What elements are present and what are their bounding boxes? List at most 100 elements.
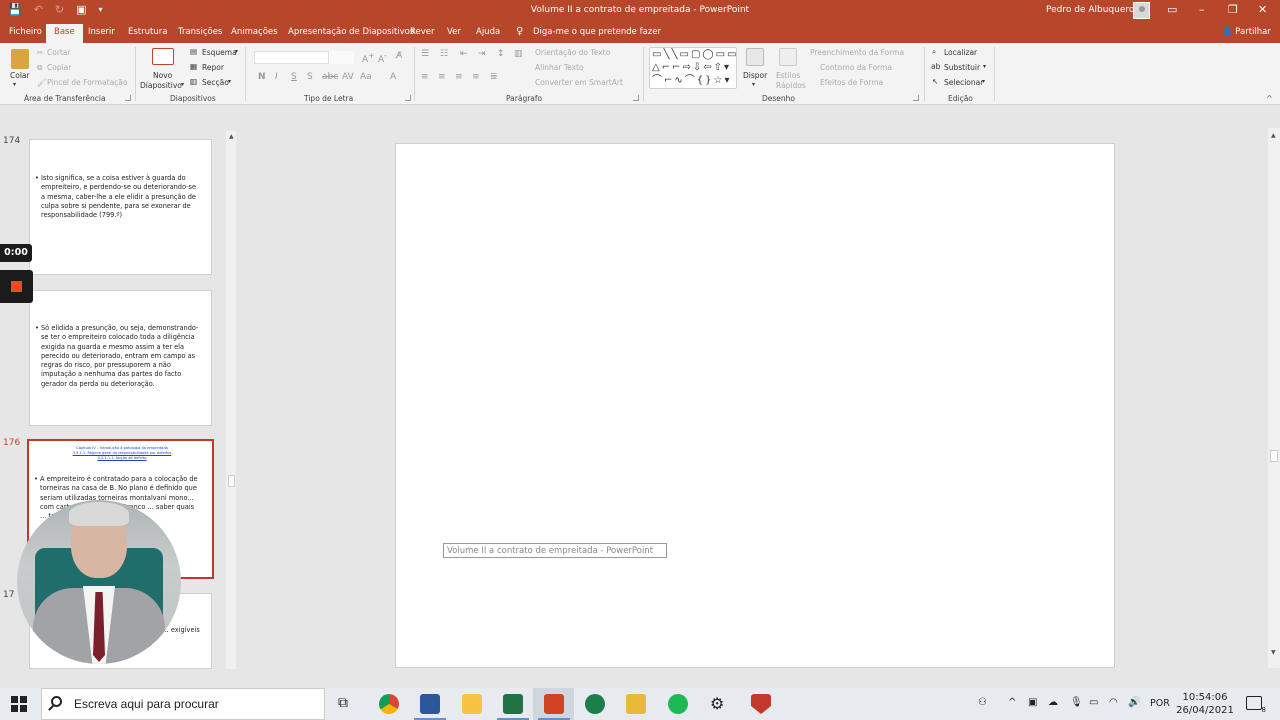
ribbon-display-icon[interactable]: ▭ (1167, 3, 1177, 16)
strikethrough-icon[interactable]: abc (322, 72, 338, 82)
show-hidden-icons[interactable]: ^ (1008, 697, 1016, 708)
slide-thumbnail-175[interactable]: • Só elidida a presunção, ou seja, demons… (29, 290, 212, 426)
shape-effects-button[interactable]: Efeitos de Forma (820, 78, 883, 87)
font-color-icon[interactable]: A (390, 72, 396, 82)
tab-inserir[interactable]: Inserir (88, 27, 115, 37)
wifi-icon[interactable]: ◠ (1109, 697, 1118, 708)
section-icon[interactable]: ▥ (190, 77, 197, 86)
tab-base[interactable]: Base (46, 24, 83, 43)
bullets-icon[interactable]: ☰ (421, 49, 429, 59)
current-slide-canvas[interactable] (395, 143, 1115, 668)
meet-now-icon[interactable]: ▣ (1028, 697, 1037, 708)
scroll-down-icon[interactable]: ▼ (1271, 649, 1276, 656)
select-button[interactable]: Selecionar (944, 78, 983, 87)
layout-icon[interactable]: ▤ (190, 47, 197, 56)
reset-icon[interactable]: ▦ (190, 62, 197, 71)
close-icon[interactable]: ✕ (1258, 3, 1267, 16)
settings-icon[interactable]: ⚙ (710, 694, 724, 713)
volume-icon[interactable]: 🔊 (1128, 697, 1140, 708)
align-center-icon[interactable]: ≡ (438, 72, 446, 82)
drawing-launcher-icon[interactable] (913, 95, 919, 101)
paste-button[interactable]: Colar (10, 71, 30, 80)
replace-dropdown-icon[interactable]: ▾ (983, 63, 986, 70)
format-painter-icon[interactable]: 🖌 (37, 78, 47, 87)
taskbar-search-box[interactable]: Escreva aqui para procurar (41, 688, 325, 720)
shape-fill-button[interactable]: Preenchimento da Forma (810, 48, 904, 57)
line-spacing-icon[interactable]: ↕ (497, 49, 505, 59)
input-language[interactable]: POR (1150, 698, 1170, 709)
select-dropdown-icon[interactable]: ▾ (982, 78, 985, 85)
restore-icon[interactable]: ❐ (1228, 3, 1238, 16)
excel-icon[interactable] (497, 694, 529, 720)
slide-thumbnail-174[interactable]: • Isto significa, se a coisa estiver à gu… (29, 139, 212, 275)
taskbar-clock[interactable]: 10:54:06 26/04/2021 (1172, 691, 1238, 717)
columns-icon[interactable]: ▥ (514, 49, 523, 59)
tab-ajuda[interactable]: Ajuda (476, 27, 500, 37)
shape-outline-button[interactable]: Contorno da Forma (820, 63, 892, 72)
avatar[interactable] (1133, 2, 1150, 19)
task-view-icon[interactable]: ⧉ (338, 695, 348, 711)
tell-me-search[interactable]: Diga-me o que pretende fazer (533, 27, 661, 37)
stop-recording-button[interactable] (0, 270, 33, 303)
smartart-button[interactable]: Converter em SmartArt (535, 78, 623, 87)
bold-icon[interactable]: N (258, 72, 266, 82)
spotify-icon[interactable] (668, 694, 688, 714)
quick-styles-label-1[interactable]: Estilos (776, 71, 800, 80)
distributed-icon[interactable]: ≣ (490, 72, 498, 82)
justify-icon[interactable]: ≡ (472, 72, 480, 82)
find-button[interactable]: Localizar (944, 48, 977, 57)
shapes-gallery[interactable]: ▭╲╲▭▢◯▭▭ △⌐⌐⇨⇩⇦⇧▾ ⌒⌐∿⌒{}☆▾ (649, 47, 737, 89)
shadow-icon[interactable]: S (307, 72, 313, 82)
replace-button[interactable]: Substituir (944, 63, 980, 72)
tab-estrutura[interactable]: Estrutura (128, 27, 167, 37)
chrome-icon[interactable] (379, 694, 399, 714)
arrange-icon[interactable] (746, 48, 764, 66)
section-button[interactable]: Secção (202, 78, 229, 87)
text-direction-button[interactable]: Orientação do Texto (535, 48, 610, 57)
people-icon[interactable]: ⚇ (978, 697, 987, 708)
italic-icon[interactable]: I (275, 72, 278, 82)
change-case-icon[interactable]: Aa (360, 72, 372, 82)
quick-styles-icon[interactable] (779, 48, 797, 66)
minimize-icon[interactable]: – (1199, 3, 1205, 16)
paste-dropdown-icon[interactable]: ▾ (13, 81, 16, 88)
reset-button[interactable]: Repor (202, 63, 224, 72)
layout-button[interactable]: Esquema (202, 48, 237, 57)
battery-icon[interactable]: ▭ (1089, 697, 1098, 708)
align-left-icon[interactable]: ≡ (421, 72, 429, 82)
format-painter-button[interactable]: Pincel de Formatação (47, 78, 128, 87)
underline-icon[interactable]: S (291, 72, 297, 82)
decrease-indent-icon[interactable]: ⇤ (460, 49, 468, 59)
recorder-app-icon[interactable] (585, 694, 605, 714)
section-dropdown-icon[interactable]: ▾ (228, 78, 231, 85)
font-size-input[interactable] (328, 51, 354, 64)
increase-indent-icon[interactable]: ⇥ (478, 49, 486, 59)
editor-scroll-thumb[interactable] (1270, 450, 1278, 462)
tab-transicoes[interactable]: Transições (178, 27, 222, 37)
cut-button[interactable]: Cortar (47, 48, 71, 57)
panel-scroll-thumb[interactable] (228, 475, 235, 487)
word-icon[interactable] (414, 694, 446, 720)
scroll-up-icon[interactable]: ▲ (1271, 132, 1276, 139)
font-launcher-icon[interactable] (405, 95, 411, 101)
collapse-ribbon-icon[interactable]: ^ (1266, 94, 1273, 103)
numbering-icon[interactable]: ☷ (440, 49, 448, 59)
windows-start-icon[interactable] (11, 696, 27, 712)
microphone-icon[interactable]: 🎙 (1070, 697, 1083, 708)
layout-dropdown-icon[interactable]: ▾ (235, 48, 238, 55)
clear-format-icon[interactable]: A̸ (396, 51, 402, 61)
notifications-icon[interactable]: 8 (1246, 696, 1266, 714)
char-spacing-icon[interactable]: AV (342, 72, 354, 82)
increase-font-icon[interactable]: A+ (362, 51, 374, 65)
replace-icon[interactable]: ab (931, 62, 940, 71)
copy-button[interactable]: Copiar (47, 63, 71, 72)
copy-icon[interactable]: ⧉ (37, 63, 42, 73)
powerpoint-icon[interactable] (538, 694, 570, 720)
arrange-dropdown-icon[interactable]: ▾ (752, 81, 755, 88)
new-slide-label-1[interactable]: Novo (153, 71, 172, 80)
user-name[interactable]: Pedro de Albuquerque (1046, 5, 1146, 15)
file-explorer-icon[interactable] (626, 694, 646, 714)
tab-ficheiro[interactable]: Ficheiro (9, 27, 42, 37)
new-slide-label-2[interactable]: Diapositivo (140, 81, 182, 90)
new-slide-dropdown-icon[interactable]: ▾ (181, 81, 184, 88)
